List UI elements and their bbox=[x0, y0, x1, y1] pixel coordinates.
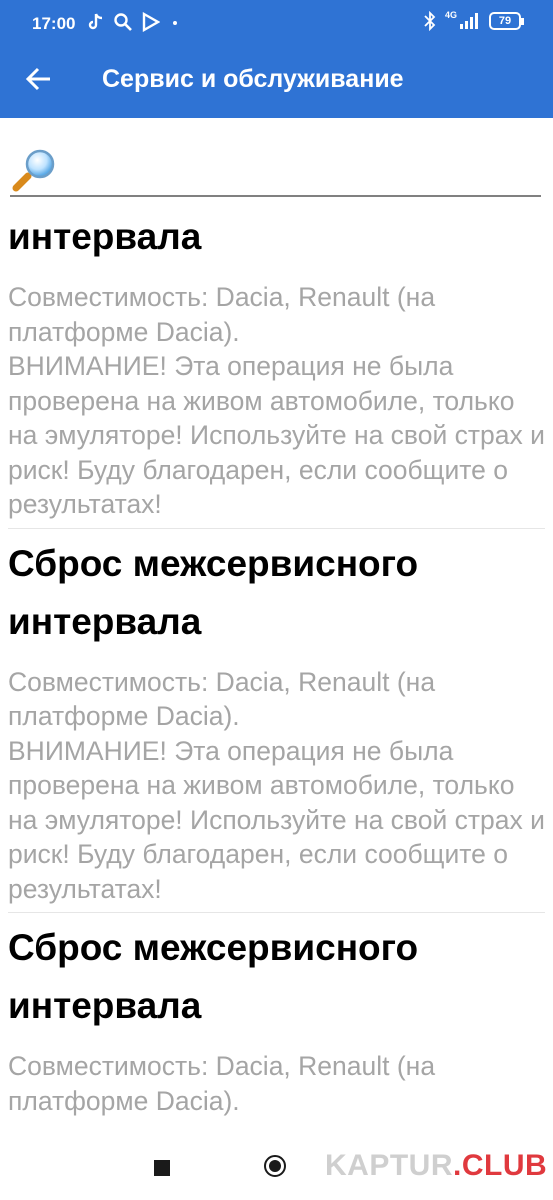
navigation-bar: KAPTUR.CLUB bbox=[0, 1133, 553, 1200]
recents-button[interactable] bbox=[154, 1160, 170, 1176]
dot-icon bbox=[173, 21, 177, 25]
back-button[interactable] bbox=[20, 59, 60, 99]
status-time: 17:00 bbox=[32, 14, 76, 33]
watermark-part1: KAPTUR bbox=[325, 1149, 453, 1182]
notification-icons bbox=[86, 12, 181, 32]
play-store-icon bbox=[142, 12, 160, 32]
network-type: 4G bbox=[444, 10, 457, 20]
magnifier-icon bbox=[12, 149, 55, 192]
signal-icon bbox=[460, 13, 478, 29]
item-description: Совместимость: Dacia, Renault (на платфо… bbox=[8, 282, 545, 519]
watermark-part2: .CLUB bbox=[453, 1149, 548, 1182]
list-item[interactable]: Сброс межсервисного интервала Совместимо… bbox=[8, 535, 545, 913]
search-bar bbox=[10, 143, 541, 197]
search-status-icon bbox=[114, 13, 132, 31]
search-input[interactable] bbox=[68, 153, 532, 185]
item-title: Сброс межсервисного интервала bbox=[8, 927, 419, 1026]
list-item[interactable]: Сброс межсервисного интервала Совместимо… bbox=[8, 919, 545, 1124]
app-bar: 17:00 4G 79 Сервис и обслуживание bbox=[0, 0, 553, 118]
arrow-left-icon bbox=[25, 67, 50, 91]
service-list: интервала Совместимость: Dacia, Renault … bbox=[8, 208, 545, 1124]
home-button[interactable] bbox=[264, 1155, 286, 1177]
toolbar: Сервис и обслуживание bbox=[0, 50, 553, 118]
list-item[interactable]: интервала Совместимость: Dacia, Renault … bbox=[8, 208, 545, 529]
page-title: Сервис и обслуживание bbox=[102, 65, 404, 93]
system-icons: 4G 79 bbox=[423, 10, 524, 31]
tiktok-icon bbox=[88, 13, 103, 30]
item-description: Совместимость: Dacia, Renault (на платфо… bbox=[8, 1051, 436, 1116]
status-bar: 17:00 4G 79 bbox=[0, 0, 553, 50]
item-title: интервала bbox=[8, 216, 202, 257]
bluetooth-icon bbox=[424, 11, 436, 31]
battery-icon: 79 bbox=[489, 12, 524, 30]
watermark: KAPTUR.CLUB bbox=[325, 1149, 547, 1183]
item-title: Сброс межсервисного интервала bbox=[8, 542, 419, 642]
item-description: Совместимость: Dacia, Renault (на платфо… bbox=[8, 666, 545, 904]
